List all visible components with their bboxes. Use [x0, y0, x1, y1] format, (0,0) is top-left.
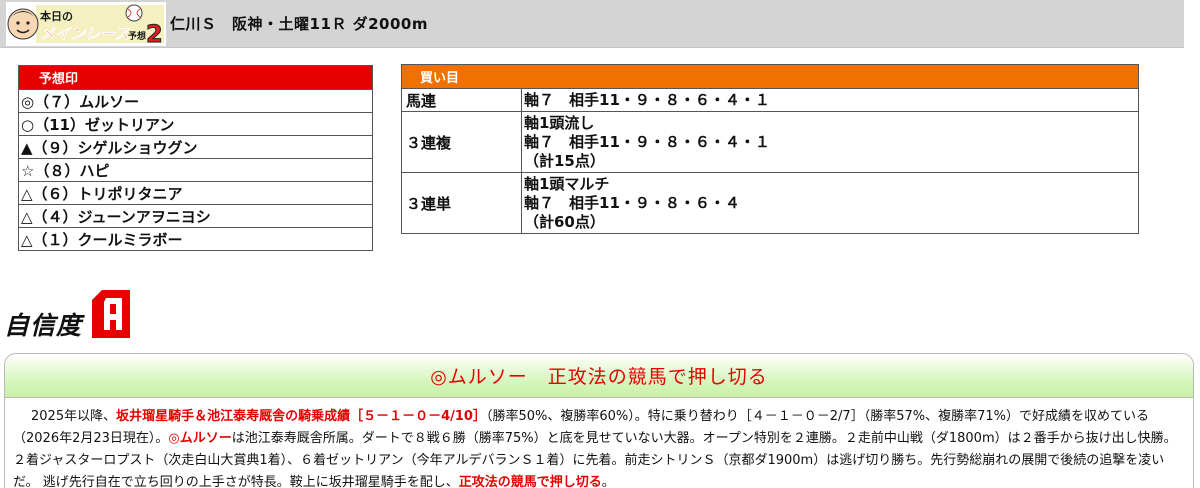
- svg-text:予想: 予想: [128, 30, 146, 42]
- bet-type: 馬連: [401, 88, 522, 112]
- prediction-marks-table: 予想印 ◎（７）ムルソー ○（11）ゼットリアン ▲（９）シゲルショウグン ☆（…: [18, 65, 373, 251]
- prediction-marks-heading: 予想印: [18, 65, 373, 90]
- svg-text:メインレース: メインレース: [40, 25, 129, 43]
- svg-text:本日の: 本日の: [40, 9, 73, 23]
- bet-line: （計60点）: [524, 212, 605, 231]
- bet-row: ３連複 軸1頭流し 軸７ 相手11・９・８・６・４・１ （計15点）: [401, 111, 1139, 173]
- comment-text-part: 。: [601, 475, 615, 488]
- comment-panel: ◎ムルソー 正攻法の競馬で押し切る 2025年以降、坂井瑠星騎手＆池江泰寿厩舎の…: [4, 353, 1194, 488]
- comment-highlight: 正攻法の競馬で押し切る: [458, 475, 602, 488]
- race-title: 仁川Ｓ 阪神・土曜11Ｒ ダ2000m: [170, 15, 428, 33]
- bet-line: 軸1頭マルチ: [524, 174, 610, 193]
- betting-table: 買い目 馬連 軸７ 相手11・９・８・６・４・１ ３連複 軸1頭流し 軸７ 相手…: [401, 64, 1139, 234]
- betting-heading: 買い目: [401, 64, 1139, 89]
- confidence-rank-a-icon: [92, 290, 130, 338]
- bet-row: ３連単 軸1頭マルチ 軸７ 相手11・９・８・６・４ （計60点）: [401, 172, 1139, 234]
- comment-text-part: 2025年以降、: [31, 409, 117, 424]
- bet-detail: 軸７ 相手11・９・８・６・４・１: [521, 88, 1139, 112]
- bet-line: 軸７ 相手11・９・８・６・４・１: [524, 132, 770, 151]
- prediction-row: △（１）クールミラボー: [18, 227, 373, 251]
- bet-line: （計15点）: [524, 151, 605, 170]
- bet-type: ３連複: [401, 111, 522, 173]
- comment-title-text: ◎ムルソー 正攻法の競馬で押し切る: [430, 366, 768, 388]
- bet-detail: 軸1頭マルチ 軸７ 相手11・９・８・６・４ （計60点）: [521, 172, 1139, 234]
- prediction-row: ○（11）ゼットリアン: [18, 112, 373, 136]
- bet-line: 軸７ 相手11・９・８・６・４: [524, 193, 740, 212]
- prediction-row: ◎（７）ムルソー: [18, 89, 373, 113]
- prediction-row: ▲（９）シゲルショウグン: [18, 135, 373, 159]
- prediction-row: ☆（８）ハピ: [18, 158, 373, 182]
- prediction-row: △（６）トリポリタニア: [18, 181, 373, 205]
- svg-text:2: 2: [146, 20, 163, 46]
- main-race-logo[interactable]: 本日の メインレース 予想 2: [6, 2, 166, 46]
- confidence-label: 自信度: [4, 311, 83, 340]
- comment-title: ◎ムルソー 正攻法の競馬で押し切る: [5, 354, 1193, 398]
- bet-line: 軸1頭流し: [524, 113, 595, 132]
- bet-type: ３連単: [401, 172, 522, 234]
- site-header: 本日の メインレース 予想 2 仁川Ｓ 阪神・土曜11Ｒ ダ2000m: [0, 0, 1184, 48]
- prediction-row: △（４）ジューンアヲニヨシ: [18, 204, 373, 228]
- comment-highlight: 坂井瑠星騎手＆池江泰寿厩舎の騎乗成績［５－１－０－4/10］: [116, 409, 486, 424]
- bet-row: 馬連 軸７ 相手11・９・８・６・４・１: [401, 88, 1139, 112]
- bet-detail: 軸1頭流し 軸７ 相手11・９・８・６・４・１ （計15点）: [521, 111, 1139, 173]
- bet-line: 軸７ 相手11・９・８・６・４・１: [524, 90, 770, 109]
- comment-highlight: ◎ムルソー: [168, 431, 232, 446]
- comment-text: 2025年以降、坂井瑠星騎手＆池江泰寿厩舎の騎乗成績［５－１－０－4/10］（勝…: [5, 398, 1193, 488]
